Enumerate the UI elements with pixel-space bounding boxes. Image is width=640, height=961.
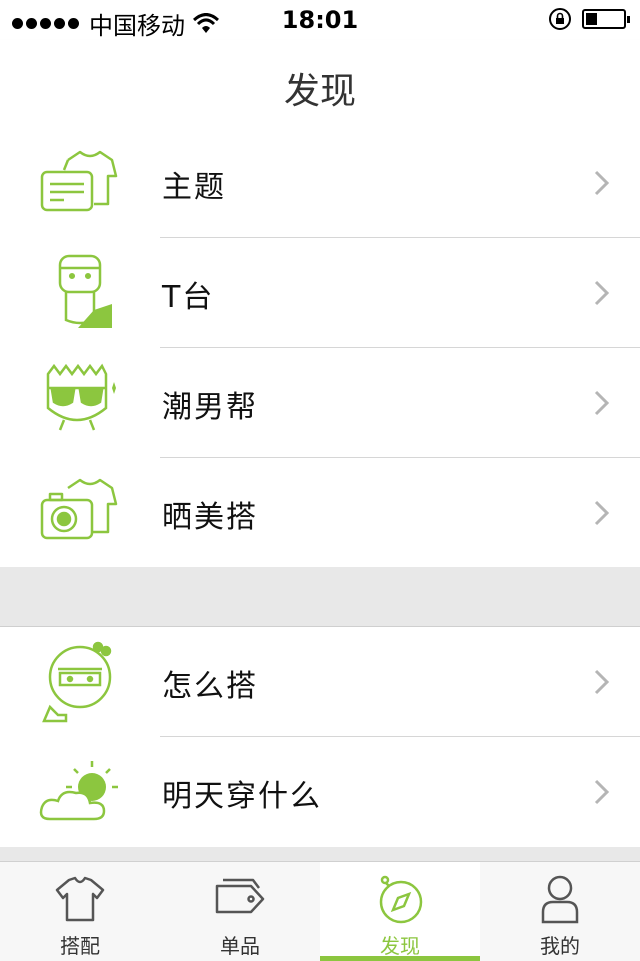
list-item-tomorrow-outfit[interactable]: 明天穿什么 — [0, 737, 640, 847]
chevron-right-icon — [594, 170, 610, 196]
tab-profile[interactable]: 我的 — [480, 862, 640, 961]
list-item-trendy-men[interactable]: 潮男帮 — [0, 348, 640, 458]
tab-label: 我的 — [540, 934, 580, 958]
list-item-label: 晒美搭 — [162, 500, 258, 535]
chevron-right-icon — [594, 500, 610, 526]
person-icon — [541, 875, 579, 924]
list-item-topics[interactable]: 主题 — [0, 128, 640, 238]
navigation-bar: 发现 — [0, 40, 640, 129]
cool-guy-sunglasses-icon — [46, 363, 116, 431]
chevron-right-icon — [594, 669, 610, 695]
tshirt-message-icon — [40, 150, 118, 212]
discover-list-primary: 主题 T台 潮男帮 晒美搭 — [0, 128, 640, 569]
chevron-right-icon — [594, 779, 610, 805]
discover-list-secondary: 怎么搭 明天穿什么 — [0, 626, 640, 848]
tab-discover[interactable]: 发现 — [320, 862, 480, 961]
list-item-label: 潮男帮 — [162, 390, 258, 425]
compass-icon — [379, 875, 423, 924]
tab-label: 发现 — [380, 934, 420, 958]
section-gap — [0, 567, 640, 626]
status-right — [548, 7, 630, 31]
section-gap — [0, 847, 640, 861]
tab-label: 搭配 — [60, 934, 100, 958]
tag-icon — [215, 878, 265, 914]
tab-bar: 搭配 单品 发现 我的 — [0, 861, 640, 961]
runway-girl-icon — [38, 254, 112, 328]
list-item-how-to-match[interactable]: 怎么搭 — [0, 627, 640, 737]
chevron-right-icon — [594, 280, 610, 306]
chevron-right-icon — [594, 390, 610, 416]
list-item-label: 主题 — [162, 170, 226, 205]
tab-label: 单品 — [220, 934, 260, 958]
weather-sun-cloud-icon — [39, 761, 118, 821]
list-item-label: 明天穿什么 — [162, 779, 322, 814]
battery-icon — [582, 9, 630, 29]
page-title: 发现 — [283, 71, 356, 112]
list-item-label: T台 — [162, 280, 215, 315]
list-item-runway[interactable]: T台 — [0, 238, 640, 348]
status-bar: 中国移动 18:01 — [0, 0, 640, 40]
rotation-lock-icon — [549, 8, 571, 30]
girl-face-heel-icon — [42, 641, 112, 723]
tab-items[interactable]: 单品 — [160, 862, 320, 961]
list-item-label: 怎么搭 — [162, 669, 258, 704]
battery-fill — [586, 13, 597, 25]
status-time: 18:01 — [281, 6, 359, 34]
tshirt-icon — [55, 876, 105, 922]
list-item-show-outfits[interactable]: 晒美搭 — [0, 458, 640, 568]
camera-tshirt-icon — [40, 478, 118, 540]
tab-outfits[interactable]: 搭配 — [0, 862, 160, 961]
